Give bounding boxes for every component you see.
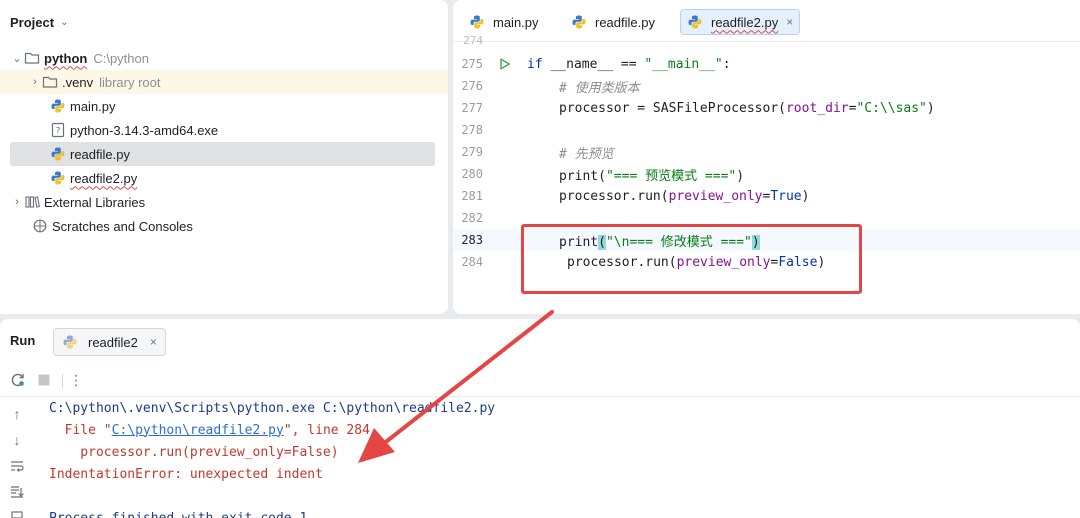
- tab-label: main.py: [493, 14, 539, 30]
- line-number: 280: [461, 167, 483, 181]
- run-panel: Run readfile2 × ⋮ ↑ ↓ C:\python\.venv\Sc…: [0, 319, 1080, 518]
- run-header: Run readfile2 ×: [0, 319, 1080, 363]
- tab-readfile-py[interactable]: readfile.py: [565, 9, 661, 35]
- expand-arrow-icon[interactable]: ⌄: [10, 52, 24, 65]
- code-line: 279 # 先预览: [453, 141, 1080, 163]
- tree-item-label: .venv: [62, 74, 94, 90]
- tree-item-label: main.py: [70, 98, 116, 114]
- line-number: 281: [461, 189, 483, 203]
- run-gutter-icon[interactable]: [483, 58, 527, 70]
- line-number: 283: [461, 233, 483, 247]
- tree-item-label: Scratches and Consoles: [52, 218, 193, 234]
- close-icon[interactable]: ×: [786, 15, 793, 29]
- python-file-icon: [51, 99, 65, 113]
- soft-wrap-icon[interactable]: [8, 457, 26, 475]
- code-text: processor.run(preview_only=True): [559, 188, 810, 204]
- project-panel: Project ⌄ ⌄ python C:\python › .venv lib…: [0, 0, 448, 314]
- line-number: 284: [461, 255, 483, 269]
- tree-item-label: readfile2.py: [70, 170, 138, 186]
- run-toolbar: ⋮: [0, 363, 1080, 397]
- scroll-down-icon[interactable]: ↓: [8, 431, 26, 449]
- tab-label: readfile2.py: [711, 14, 779, 30]
- tree-item-python[interactable]: ⌄ python C:\python: [10, 46, 430, 70]
- scratches-icon: [33, 219, 47, 233]
- tree-item-label: python-3.14.3-amd64.exe: [70, 122, 219, 138]
- tree-item-hint: library root: [99, 74, 161, 90]
- tree-item-venv[interactable]: › .venv library root: [0, 70, 448, 94]
- run-tab-label: readfile2: [88, 334, 138, 350]
- tree-item-hint: C:\python: [93, 50, 149, 66]
- code-text: processor = SASFileProcessor(root_dir="C…: [559, 100, 935, 116]
- tree-item-label: python: [44, 50, 88, 66]
- annotation-highlight-box: [521, 224, 862, 294]
- line-number: 279: [461, 145, 483, 159]
- python-file-icon: [572, 15, 586, 29]
- console-line: processor.run(preview_only=False): [49, 444, 339, 460]
- code-line: 277 processor = SASFileProcessor(root_di…: [453, 97, 1080, 119]
- unknown-file-icon: ?: [51, 122, 65, 138]
- tree-item-label: External Libraries: [44, 194, 146, 210]
- python-file-icon: [688, 15, 702, 29]
- code-line: 281 processor.run(preview_only=True): [453, 185, 1080, 207]
- line-number: 278: [461, 123, 483, 137]
- chevron-down-icon[interactable]: ⌄: [60, 17, 68, 28]
- collapse-arrow-icon[interactable]: ›: [10, 196, 24, 208]
- line-number: 277: [461, 101, 483, 115]
- project-panel-header[interactable]: Project ⌄: [10, 12, 68, 32]
- python-file-icon: [51, 147, 65, 161]
- console-line-exit: Process finished with exit code 1: [49, 510, 308, 518]
- code-text: if __name__ == "__main__":: [527, 56, 731, 72]
- line-number: 274: [463, 34, 483, 47]
- collapse-arrow-icon[interactable]: ›: [28, 76, 42, 88]
- tab-readfile2-py[interactable]: readfile2.py ×: [680, 9, 801, 35]
- tree-item-readfile-py[interactable]: readfile.py: [10, 142, 435, 166]
- line-number: 275: [461, 57, 483, 71]
- tree-item-label: readfile.py: [70, 146, 130, 162]
- scroll-to-end-icon[interactable]: [8, 483, 26, 501]
- run-title: Run: [10, 333, 36, 348]
- more-options-icon[interactable]: ⋮: [67, 371, 85, 389]
- code-line: 275 if __name__ == "__main__":: [453, 53, 1080, 75]
- code-line: 278: [453, 119, 1080, 141]
- line-number: 282: [461, 211, 483, 225]
- tree-item-main-py[interactable]: main.py: [50, 94, 116, 118]
- code-line: 280 print("=== 预览模式 ==="): [453, 163, 1080, 185]
- folder-icon: [24, 52, 40, 64]
- tree-item-readfile2-py[interactable]: readfile2.py: [50, 166, 137, 190]
- python-file-icon: [470, 15, 484, 29]
- folder-icon: [42, 76, 58, 88]
- svg-text:?: ?: [56, 127, 61, 137]
- tab-label: readfile.py: [595, 14, 655, 30]
- scroll-up-icon[interactable]: ↑: [8, 405, 26, 423]
- code-text: # 使用类版本: [559, 80, 640, 96]
- close-icon[interactable]: ×: [150, 335, 157, 349]
- editor-tab-bar: main.py readfile.py readfile2.py ×: [453, 0, 1080, 42]
- code-line: 276 # 使用类版本: [453, 75, 1080, 97]
- python-file-icon: [63, 335, 77, 349]
- print-icon[interactable]: [8, 509, 26, 518]
- console-line: File " C:\python\readfile2.py ", line 284: [49, 422, 370, 438]
- console-line: C:\python\.venv\Scripts\python.exe C:\py…: [49, 400, 496, 416]
- tree-item-external-libraries[interactable]: › External Libraries: [10, 190, 145, 214]
- tab-main-py[interactable]: main.py: [463, 9, 545, 35]
- toolbar-divider: [62, 374, 63, 388]
- tree-item-scratches[interactable]: Scratches and Consoles: [32, 214, 193, 238]
- code-text: print("=== 预览模式 ==="): [559, 168, 745, 184]
- tree-item-exe[interactable]: ? python-3.14.3-amd64.exe: [50, 118, 218, 142]
- python-file-icon: [51, 171, 65, 185]
- code-text: # 先预览: [559, 146, 614, 162]
- console-side-toolbar: ↑ ↓: [0, 397, 34, 518]
- run-tab-readfile2[interactable]: readfile2 ×: [53, 328, 166, 356]
- project-title: Project: [10, 14, 55, 30]
- traceback-file-link[interactable]: C:\python\readfile2.py: [112, 423, 284, 438]
- rerun-icon[interactable]: [9, 371, 27, 389]
- library-icon: [25, 196, 40, 208]
- stop-icon[interactable]: [35, 371, 53, 389]
- line-number: 276: [461, 79, 483, 93]
- console-line-error: IndentationError: unexpected indent: [49, 466, 323, 482]
